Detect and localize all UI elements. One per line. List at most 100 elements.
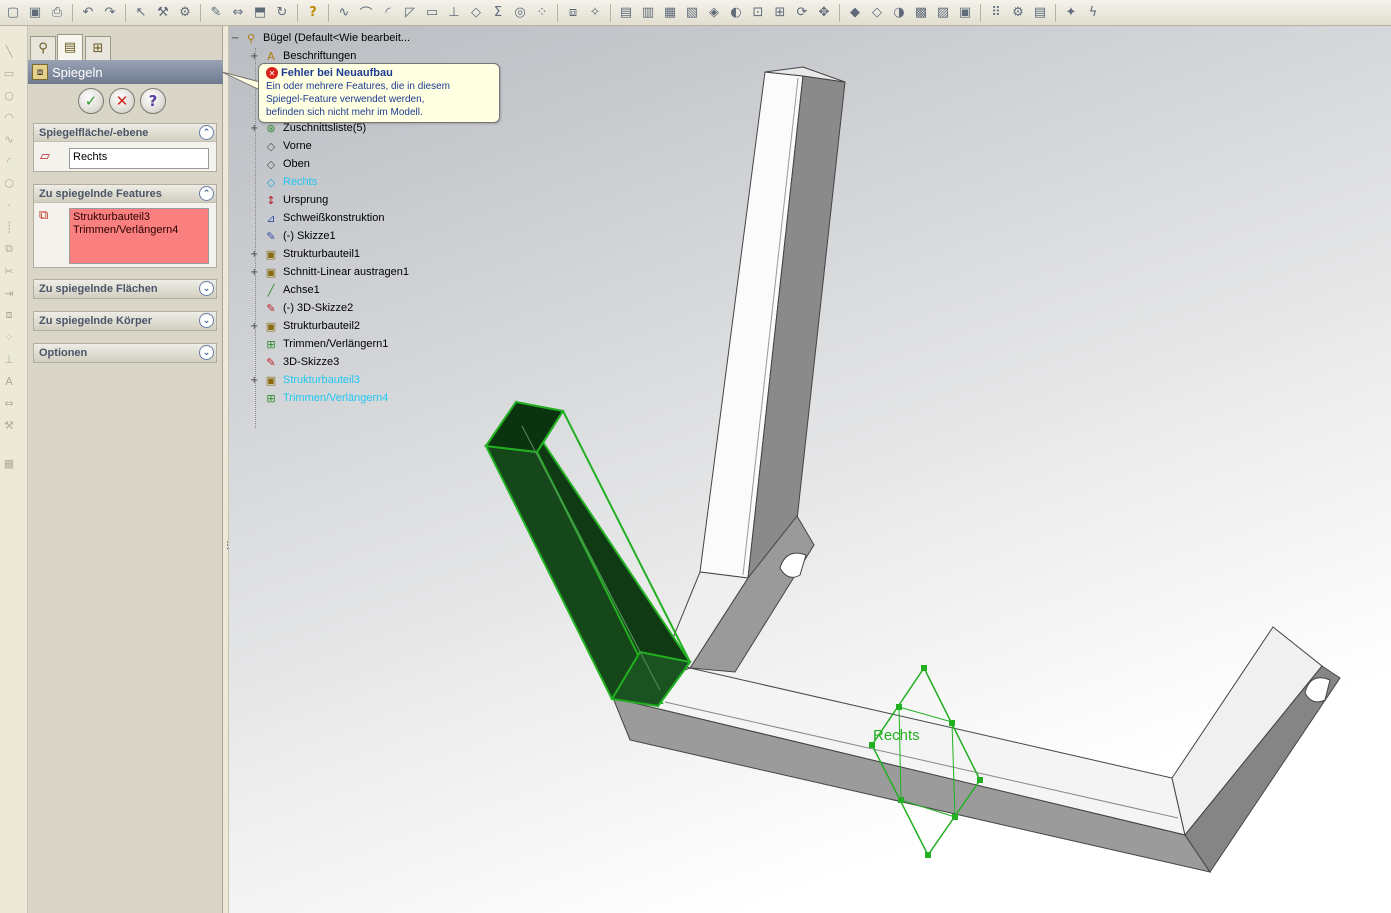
expand-icon[interactable]: ⌄ [199,345,214,360]
plane-handle[interactable] [949,720,955,726]
rotate-icon[interactable]: ⟳ [793,4,811,22]
plane-handle[interactable] [898,797,904,803]
centerline-icon[interactable]: ┊ [2,220,16,234]
chamfer-icon[interactable]: ◸ [401,4,419,22]
tree-item[interactable]: ↕ Ursprung [229,192,328,208]
collapse-toggle[interactable]: − [231,33,239,44]
expand-toggle[interactable]: + [250,123,258,134]
help-icon[interactable]: ? [304,4,322,22]
sum-icon[interactable]: Σ [489,4,507,22]
reference-geometry-icon[interactable]: ✧ [586,4,604,22]
plane-handle[interactable] [896,704,902,710]
tree-item[interactable]: + A Beschriftungen [229,48,356,64]
tree-item[interactable]: + ▣ Strukturbauteil3 [229,372,360,388]
sketch-fillet-icon[interactable]: ◜ [2,154,16,168]
view-top-icon[interactable]: ▦ [661,4,679,22]
expand-icon[interactable]: ⌄ [199,281,214,296]
property-manager-tab[interactable]: ▤ [57,34,83,60]
redo-icon[interactable]: ↷ [101,4,119,22]
view-right-icon[interactable]: ▧ [683,4,701,22]
ok-button[interactable]: ✓ [78,88,104,114]
feature-manager-tab[interactable]: ⚲ [30,36,56,60]
collapse-icon[interactable]: ⌃ [199,125,214,140]
circle-icon[interactable]: ○ [2,88,16,102]
sketch-icon[interactable]: ✎ [207,4,225,22]
view-front-icon[interactable]: ▥ [639,4,657,22]
expand-toggle[interactable]: + [250,51,258,62]
hide-show-icon[interactable]: ◇ [868,4,886,22]
display-style-icon[interactable]: ◆ [846,4,864,22]
cancel-button[interactable]: ✕ [109,88,135,114]
zoom-fit-icon[interactable]: ⊡ [749,4,767,22]
rib-icon[interactable]: ⊥ [445,4,463,22]
arc-icon[interactable]: ◠ [2,110,16,124]
plane-handle[interactable] [952,814,958,820]
camera-icon[interactable]: ▣ [956,4,974,22]
sweep-icon[interactable]: ∿ [335,4,353,22]
trim-icon[interactable]: ✂ [2,264,16,278]
extend-icon[interactable]: ⇥ [2,286,16,300]
tree-item[interactable]: ╱ Achse1 [229,282,320,298]
tree-item[interactable]: ⊿ Schweißkonstruktion [229,210,384,226]
gear-icon[interactable]: ⚙ [1009,4,1027,22]
features-to-mirror-list[interactable]: Strukturbauteil3 Trimmen/Verlängern4 [69,208,209,264]
section-view-icon[interactable]: ◐ [727,4,745,22]
polygon-icon[interactable]: ⬡ [2,176,16,190]
plane-handle[interactable] [977,777,983,783]
shell-icon[interactable]: ▭ [423,4,441,22]
options-header[interactable]: Optionen ⌄ [34,344,216,362]
table-icon[interactable]: ▦ [2,456,16,470]
fillet-icon[interactable]: ◜ [379,4,397,22]
bodies-to-mirror-header[interactable]: Zu spiegelnde Körper ⌄ [34,312,216,330]
snap-icon[interactable]: ✦ [1062,4,1080,22]
mirror-plane-header[interactable]: Spiegelfläche/-ebene ⌃ [34,124,216,142]
relations-icon[interactable]: ⊥ [2,352,16,366]
tree-item[interactable]: ⊞ Trimmen/Verlängern1 [229,336,388,352]
tree-item[interactable]: ✎ 3D-Skizze3 [229,354,339,370]
rectangle-icon[interactable]: ▭ [2,66,16,80]
revolve-icon[interactable]: ↻ [273,4,291,22]
tree-item[interactable]: ◇ Vorne [229,138,312,154]
sketch-mirror-icon[interactable]: ⧈ [2,308,16,322]
options-icon[interactable]: ⚙ [176,4,194,22]
plane-handle[interactable] [925,852,931,858]
mirror-icon[interactable]: ⧈ [564,4,582,22]
library-icon[interactable]: ▤ [1031,4,1049,22]
curves-icon[interactable]: ϟ [1084,4,1102,22]
pan-icon[interactable]: ✥ [815,4,833,22]
tree-item[interactable]: ✎ (-) 3D-Skizze2 [229,300,353,316]
plane-handle[interactable] [921,665,927,671]
save-icon[interactable]: ▣ [26,4,44,22]
expand-toggle[interactable]: + [250,375,258,386]
features-to-mirror-header[interactable]: Zu spiegelnde Features ⌃ [34,185,216,203]
repair-icon[interactable]: ⚒ [2,418,16,432]
undo-icon[interactable]: ↶ [79,4,97,22]
tree-item[interactable]: + ▣ Schnitt-Linear austragen1 [229,264,409,280]
tree-item[interactable]: + ▣ Strukturbauteil1 [229,246,360,262]
help-button[interactable]: ? [140,88,166,114]
tree-root[interactable]: − ⚲ Bügel (Default<Wie bearbeit... [229,30,410,46]
view-orientation-icon[interactable]: ▤ [617,4,635,22]
new-icon[interactable]: ▢ [4,4,22,22]
grid-icon[interactable]: ⠿ [987,4,1005,22]
scene-icon[interactable]: ▩ [912,4,930,22]
pattern-icon[interactable]: ⁘ [533,4,551,22]
expand-toggle[interactable]: + [250,249,258,260]
expand-icon[interactable]: ⌄ [199,313,214,328]
tree-item[interactable]: + ▣ Strukturbauteil2 [229,318,360,334]
draft-icon[interactable]: ◇ [467,4,485,22]
collapse-icon[interactable]: ⌃ [199,186,214,201]
configuration-manager-tab[interactable]: ⊞ [85,36,111,60]
rebuild-icon[interactable]: ⚒ [154,4,172,22]
expand-toggle[interactable]: + [250,321,258,332]
extrude-icon[interactable]: ⬒ [251,4,269,22]
hole-icon[interactable]: ◎ [511,4,529,22]
point-icon[interactable]: · [2,198,16,212]
list-item[interactable]: Strukturbauteil3 [73,211,205,224]
dimension-icon[interactable]: ⇔ [2,396,16,410]
faces-to-mirror-header[interactable]: Zu spiegelnde Flächen ⌄ [34,280,216,298]
sketch-pattern-icon[interactable]: ⁘ [2,330,16,344]
select-icon[interactable]: ↖ [132,4,150,22]
line-icon[interactable]: ╲ [2,44,16,58]
tree-item[interactable]: ◇ Oben [229,156,310,172]
